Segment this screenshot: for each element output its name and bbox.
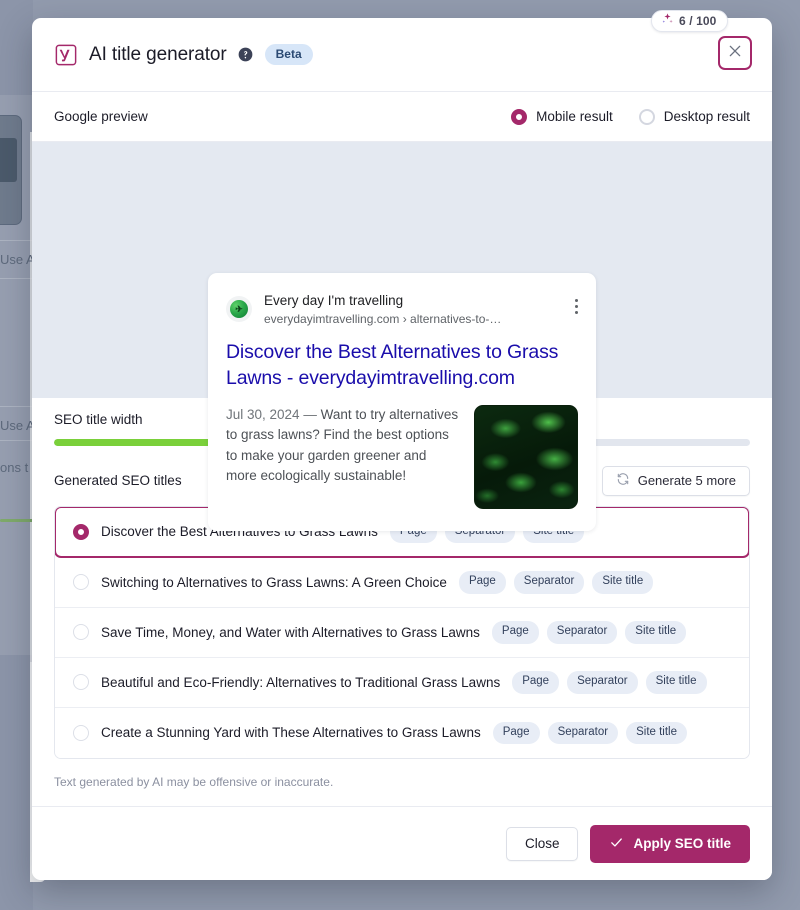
generate-more-button[interactable]: Generate 5 more — [601, 465, 750, 496]
site-title-chip: Site title — [645, 671, 707, 694]
site-title-chip: Site title — [625, 621, 687, 644]
ai-credits-label: 6 / 100 — [679, 14, 717, 28]
generated-titles-label: Generated SEO titles — [54, 473, 182, 489]
kebab-dot — [575, 311, 578, 314]
close-icon — [727, 43, 743, 64]
generated-title-chips: Page Separator Site title — [512, 671, 707, 694]
google-preview-label: Google preview — [54, 109, 148, 124]
radio-label-desktop: Desktop result — [663, 109, 750, 124]
serp-site-name: Every day I'm travelling — [264, 293, 404, 308]
yoast-logo-icon — [54, 43, 78, 67]
generated-title-row[interactable]: Create a Stunning Yard with These Altern… — [55, 707, 749, 758]
grass-lawn-thumbnail — [474, 404, 578, 509]
page-chip: Page — [491, 621, 539, 644]
separator-chip: Separator — [546, 621, 618, 644]
site-favicon-icon: ✈ — [226, 296, 252, 322]
serp-url: everydayimtravelling.com › alternatives-… — [264, 311, 502, 326]
serp-title-link[interactable]: Discover the Best Alternatives to Grass … — [226, 340, 578, 391]
page-title: AI title generator — [89, 43, 227, 65]
ai-credits-badge[interactable]: 6 / 100 — [651, 10, 729, 32]
serp-date-separator: — — [303, 406, 317, 422]
generated-title-text: Beautiful and Eco-Friendly: Alternatives… — [101, 674, 501, 690]
background-text-snippet: ons t — [0, 460, 29, 475]
site-title-chip: Site title — [626, 721, 688, 745]
generated-title-radio[interactable] — [73, 674, 89, 691]
background-text-snippet: Use A — [0, 418, 35, 433]
preview-mode-radio-group: Mobile result Desktop result — [511, 108, 750, 125]
ai-disclaimer: Text generated by AI may be offensive or… — [54, 774, 334, 789]
radio-indicator-mobile — [511, 108, 528, 125]
apply-seo-title-label: Apply SEO title — [633, 836, 731, 851]
separator-chip: Separator — [513, 571, 585, 594]
radio-label-mobile: Mobile result — [536, 109, 613, 124]
generate-more-label: Generate 5 more — [637, 473, 736, 489]
serp-description: Jul 30, 2024 — Want to try alternatives … — [226, 405, 460, 509]
generated-title-chips: Page Separator Site title — [491, 621, 687, 644]
kebab-dot — [575, 305, 578, 308]
refresh-icon — [616, 472, 630, 489]
background-text-snippet: Use A — [0, 252, 35, 267]
generated-title-text: Switching to Alternatives to Grass Lawns… — [101, 574, 447, 590]
kebab-dot — [575, 299, 578, 302]
page-chip: Page — [512, 671, 560, 694]
favicon-glyph: ✈ — [230, 300, 248, 318]
serp-date: Jul 30, 2024 — [226, 406, 300, 422]
serp-header: ✈ Every day I'm travelling everydayimtra… — [226, 293, 578, 327]
google-preview-area: ✈ Every day I'm travelling everydayimtra… — [32, 142, 772, 531]
generated-title-text: Create a Stunning Yard with These Altern… — [101, 725, 481, 741]
generated-title-row[interactable]: Beautiful and Eco-Friendly: Alternatives… — [55, 657, 749, 708]
radio-indicator-desktop — [638, 108, 655, 125]
generated-title-row[interactable]: Switching to Alternatives to Grass Lawns… — [55, 557, 749, 608]
serp-result-card: ✈ Every day I'm travelling everydayimtra… — [208, 273, 596, 531]
serp-body: Jul 30, 2024 — Want to try alternatives … — [226, 404, 578, 509]
separator-chip: Separator — [567, 671, 638, 694]
modal-footer: Close Apply SEO title — [32, 806, 772, 880]
close-footer-button[interactable]: Close — [505, 826, 579, 861]
generated-titles-list: Discover the Best Alternatives to Grass … — [54, 505, 750, 759]
help-circle-icon[interactable] — [238, 47, 253, 62]
generated-title-radio[interactable] — [73, 724, 89, 741]
check-icon — [609, 835, 624, 853]
page-chip: Page — [492, 721, 540, 745]
google-preview-toolbar: Google preview Mobile result Desktop res… — [32, 92, 772, 142]
separator-chip: Separator — [547, 721, 619, 745]
sparkle-icon — [661, 12, 674, 30]
serp-site-block: Every day I'm travelling everydayimtrave… — [264, 293, 501, 327]
page-chip: Page — [458, 571, 506, 594]
ai-title-generator-modal: AI title generator Beta Google preview M… — [32, 18, 772, 880]
site-title-chip: Site title — [592, 571, 654, 594]
generated-title-row[interactable]: Save Time, Money, and Water with Alterna… — [55, 607, 749, 658]
generated-title-text: Save Time, Money, and Water with Alterna… — [101, 624, 480, 640]
radio-desktop-result[interactable]: Desktop result — [638, 108, 750, 125]
more-options-icon[interactable] — [565, 299, 578, 314]
beta-badge: Beta — [264, 44, 313, 65]
background-card — [0, 115, 22, 225]
apply-seo-title-button[interactable]: Apply SEO title — [590, 824, 750, 863]
generated-title-chips: Page Separator Site title — [492, 721, 688, 745]
generated-title-radio[interactable] — [73, 574, 89, 591]
close-button[interactable] — [718, 36, 752, 70]
generated-title-chips: Page Separator Site title — [458, 571, 654, 594]
generated-title-radio[interactable] — [73, 624, 89, 641]
radio-mobile-result[interactable]: Mobile result — [511, 108, 613, 125]
generated-title-radio[interactable] — [73, 523, 89, 540]
background-card-thumb — [0, 138, 17, 182]
